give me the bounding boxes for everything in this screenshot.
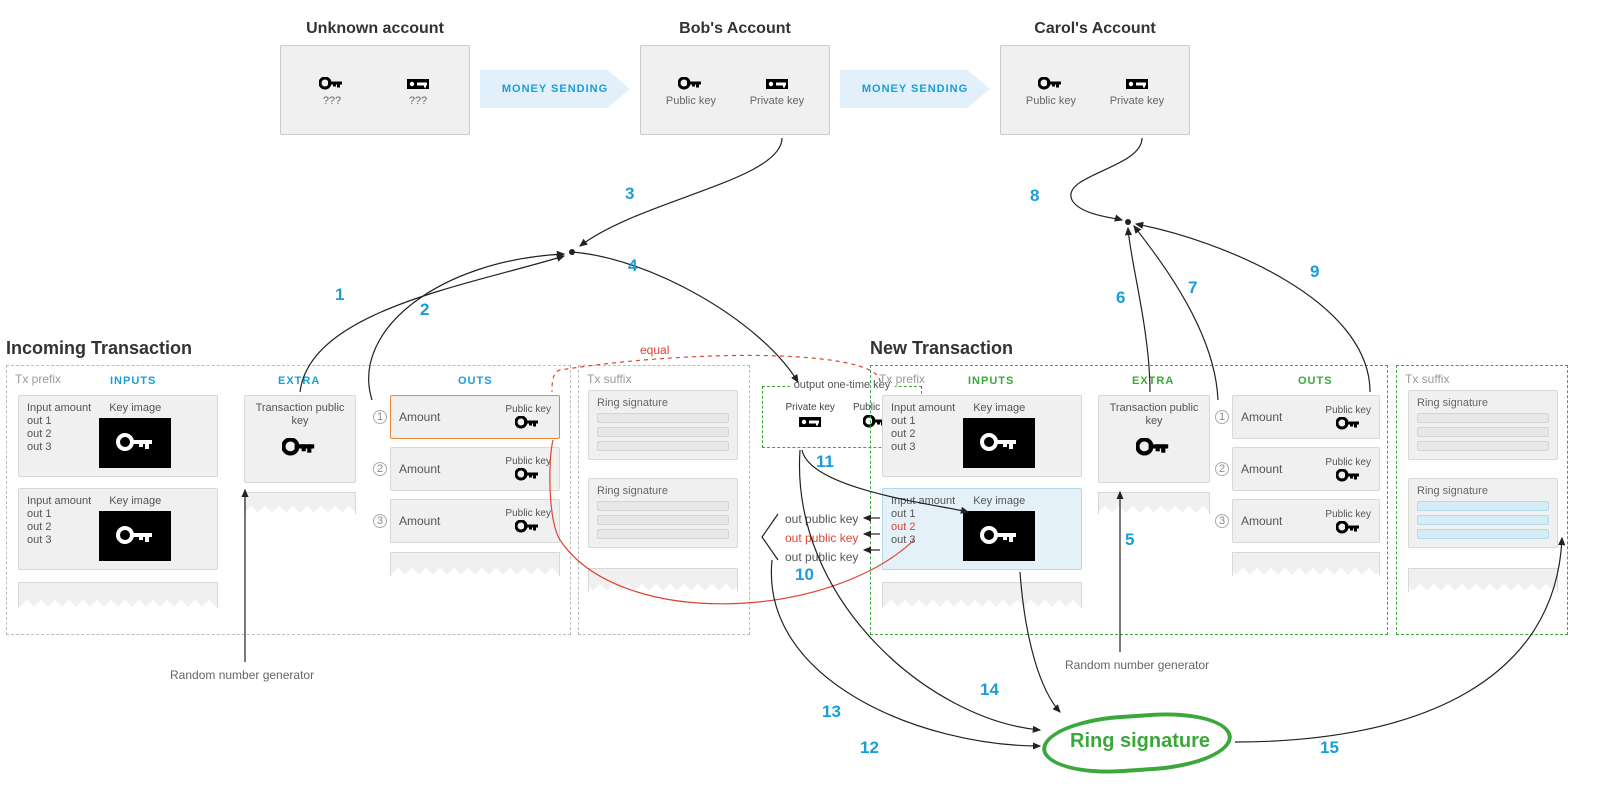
torn-strip xyxy=(1408,568,1558,592)
new-ringsig-2: Ring signature xyxy=(1408,478,1558,548)
incoming-input-1: Input amount out 1 out 2 out 3 Key image xyxy=(18,395,218,477)
key-private-icon xyxy=(797,415,823,432)
new-ringsig-1: Ring signature xyxy=(1408,390,1558,460)
torn-strip xyxy=(18,582,218,608)
account-bob: Bob's Account Public key Private key xyxy=(640,45,830,135)
num-15: 15 xyxy=(1320,738,1339,758)
key-image-icon xyxy=(99,418,171,468)
incoming-out-3: 3 Amount Public key xyxy=(390,499,560,543)
key-private-icon xyxy=(764,77,790,91)
torn-strip xyxy=(588,568,738,592)
money-arrow-1: MONEY SENDING xyxy=(480,70,630,108)
ring-sig-final: Ring signature xyxy=(1070,730,1210,753)
torn-strip xyxy=(244,492,356,514)
num-11: 11 xyxy=(816,452,834,472)
num-4: 4 xyxy=(628,256,637,276)
new-out-3: 3 Amount Public key xyxy=(1232,499,1380,543)
hdr-inputs-new: INPUTS xyxy=(968,375,1014,387)
incoming-out-1: 1 Amount Public key xyxy=(390,395,560,439)
hdr-extra-new: EXTRA xyxy=(1132,375,1174,387)
torn-strip xyxy=(390,552,560,576)
money-arrow-2: MONEY SENDING xyxy=(840,70,990,108)
account-bob-title: Bob's Account xyxy=(641,20,829,38)
hdr-outs: OUTS xyxy=(458,375,493,387)
rng-label-incoming: Random number generator xyxy=(170,668,314,682)
key-public-icon xyxy=(678,77,704,91)
num-10: 10 xyxy=(795,565,814,585)
equal-label: equal xyxy=(640,343,669,357)
num-13: 13 xyxy=(822,702,841,722)
num-9: 9 xyxy=(1310,262,1319,282)
num-14: 14 xyxy=(980,680,999,700)
new-out-2: 2 Amount Public key xyxy=(1232,447,1380,491)
account-carol-title: Carol's Account xyxy=(1001,20,1189,38)
account-unknown-title: Unknown account xyxy=(281,20,469,38)
key-public-icon xyxy=(319,77,345,91)
incoming-extra: Transaction public key xyxy=(244,395,356,483)
key-public-icon xyxy=(1038,77,1064,91)
key-private-icon xyxy=(405,77,431,91)
rng-label-new: Random number generator xyxy=(1065,658,1209,672)
key-image-icon xyxy=(963,511,1035,561)
torn-strip xyxy=(1098,492,1210,514)
new-extra: Transaction public key xyxy=(1098,395,1210,483)
hdr-inputs: INPUTS xyxy=(110,375,156,387)
num-2: 2 xyxy=(420,300,429,320)
incoming-ringsig-1: Ring signature xyxy=(588,390,738,460)
num-12: 12 xyxy=(860,738,879,758)
key-private-icon xyxy=(1124,77,1150,91)
num-5: 5 xyxy=(1125,530,1134,550)
opk-triangle xyxy=(760,512,780,562)
num-3: 3 xyxy=(625,184,634,204)
hdr-extra: EXTRA xyxy=(278,375,320,387)
hdr-outs-new: OUTS xyxy=(1298,375,1333,387)
unknown-priv-label: ??? xyxy=(409,95,427,107)
num-1: 1 xyxy=(335,285,344,305)
num-6: 6 xyxy=(1116,288,1125,308)
incoming-ringsig-2: Ring signature xyxy=(588,478,738,548)
account-unknown: Unknown account ??? ??? xyxy=(280,45,470,135)
torn-strip xyxy=(1232,552,1380,576)
key-image-icon xyxy=(99,511,171,561)
new-input-2: Input amount out 1 out 2 out 3 Key image xyxy=(882,488,1082,570)
key-image-icon xyxy=(963,418,1035,468)
out-public-key-list: out public key out public key out public… xyxy=(785,510,858,568)
torn-strip xyxy=(882,582,1082,608)
num-8: 8 xyxy=(1030,186,1039,206)
incoming-input-2: Input amount out 1 out 2 out 3 Key image xyxy=(18,488,218,570)
diagram-canvas: { "accounts": { "unknown": { "title": "U… xyxy=(0,0,1600,798)
section-title-incoming: Incoming Transaction xyxy=(6,338,192,359)
new-input-1: Input amount out 1 out 2 out 3 Key image xyxy=(882,395,1082,477)
num-7: 7 xyxy=(1188,278,1197,298)
new-out-1: 1 Amount Public key xyxy=(1232,395,1380,439)
section-title-new: New Transaction xyxy=(870,338,1013,359)
account-carol: Carol's Account Public key Private key xyxy=(1000,45,1190,135)
incoming-out-2: 2 Amount Public key xyxy=(390,447,560,491)
unknown-pub-label: ??? xyxy=(323,95,341,107)
